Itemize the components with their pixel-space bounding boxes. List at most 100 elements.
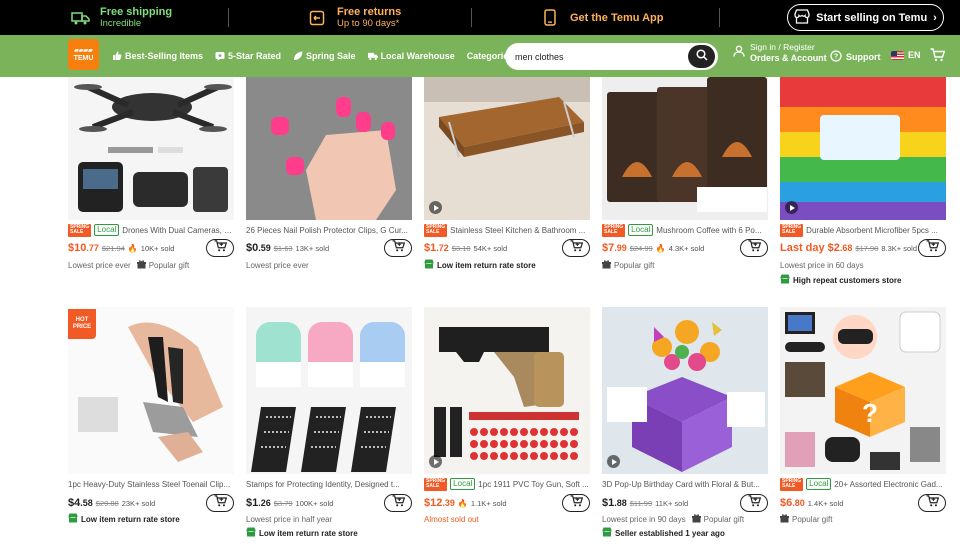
free-returns-banner[interactable]: Free returns Up to 90 days* [307,0,401,35]
product-image[interactable]: ? [780,307,946,474]
spring-sale-badge: SPRING SALE [68,223,92,237]
product-meta: Lowest price in 90 days Popular gift [602,512,768,526]
language-selector[interactable]: EN [891,50,921,60]
store-badge: Seller established 1 year ago [602,526,772,540]
original-price: $3.79 [273,498,293,508]
product-title[interactable]: Stamps for Protecting Identity, Designed… [246,480,400,489]
original-price: $24.99 [629,243,653,253]
logo-icon: ▰▰▰▰ [74,47,93,54]
product-title[interactable]: Stainless Steel Kitchen & Bathroom ... [450,226,585,235]
product-image[interactable] [424,307,590,474]
store-badge-label: High repeat customers store [793,275,902,285]
store-badge-label: Seller established 1 year ago [615,528,725,538]
product-title-row[interactable]: 26 Pieces Nail Polish Protector Clips, G… [246,223,412,237]
add-to-cart-button[interactable] [918,494,946,512]
svg-text:?: ? [862,398,878,428]
gift-icon [780,513,789,525]
last-day-label: Last day [780,242,825,254]
nav-five-star[interactable]: 5-Star Rated [215,51,281,61]
product-image[interactable] [602,307,768,474]
play-video-icon[interactable] [429,455,442,468]
spring-sale-badge: SPRING SALE [424,477,448,491]
price-cents: .26 [258,498,271,508]
product-title-row[interactable]: 1pc Heavy-Duty Stainless Steel Toenail C… [68,477,234,491]
svg-text:?: ? [834,54,838,61]
add-to-cart-button[interactable] [562,239,590,257]
cart-icon [392,239,405,257]
product-title-row[interactable]: SPRING SALE Durable Absorbent Microfiber 5… [780,223,946,237]
add-to-cart-button[interactable] [918,239,946,257]
product-price: $7.99 [602,242,627,254]
add-to-cart-button[interactable] [384,239,412,257]
product-title-row[interactable]: SPRING SALE Stainless Steel Kitchen & Bath… [424,223,590,237]
play-video-icon[interactable] [785,201,798,214]
get-app-banner[interactable]: Get the Temu App [540,0,664,35]
product-title[interactable]: 1pc Heavy-Duty Stainless Steel Toenail C… [68,480,230,489]
sign-in-label: Sign in / Register [750,42,815,52]
cart-icon [570,239,583,257]
product-title-row[interactable]: SPRING SALE Local Mushroom Coffee with 6 Po… [602,223,768,237]
free-shipping-banner[interactable]: Free shipping Incredible [70,0,172,35]
product-title[interactable]: Drones With Dual Cameras, 1080P HD... [122,226,234,235]
store-badge: Low item return rate store [246,526,416,540]
nav-best-selling[interactable]: Best-Selling Items [112,51,203,61]
nav-local-warehouse[interactable]: Local Warehouse [367,51,455,61]
product-title[interactable]: Durable Absorbent Microfiber 5pcs ... [806,226,938,235]
play-video-icon[interactable] [429,201,442,214]
phone-icon [540,8,560,28]
add-to-cart-button[interactable] [206,494,234,512]
original-price: $29.88 [95,498,119,508]
price-note: Lowest price in 60 days [780,260,864,270]
support-link[interactable]: ? Support [830,50,881,64]
spring-sale-badge: SPRING SALE [602,223,626,237]
product-title-row[interactable]: SPRING SALE Local 20+ Assorted Electronic G… [780,477,946,491]
product-title[interactable]: 3D Pop-Up Birthday Card with Floral & Bu… [602,480,760,489]
product-image[interactable] [780,77,946,220]
price-cents: .68 [839,243,853,253]
product-title-row[interactable]: SPRING SALE Local Drones With Dual Cameras,… [68,223,234,237]
gift-icon [602,259,611,271]
store-icon [780,274,790,286]
start-selling-button[interactable]: Start selling on Temu › [787,4,944,31]
add-to-cart-button[interactable] [740,239,768,257]
product-image[interactable]: HOT PRICE [68,307,234,474]
product-title[interactable]: 20+ Assorted Electronic Gad... [834,480,942,489]
product-title-row[interactable]: SPRING SALE Local 1pc 1911 PVC Toy Gun, Sof… [424,477,590,491]
add-to-cart-button[interactable] [740,494,768,512]
product-title[interactable]: Mushroom Coffee with 6 Po... [656,226,761,235]
price-row: $0.59 $1.63 13K+ sold [246,239,412,257]
product-price: $10.77 [68,242,99,254]
chevron-right-icon: › [933,11,937,24]
product-image[interactable] [246,77,412,220]
price-main: $4 [68,497,81,509]
product-meta: Lowest price ever Popular gift [68,258,234,272]
product-title[interactable]: 1pc 1911 PVC Toy Gun, Soft ... [478,480,588,489]
price-main: $6 [780,497,793,509]
product-meta: Lowest price in half year [246,512,412,526]
search-input[interactable]: men clothes [505,52,688,62]
product-title[interactable]: 26 Pieces Nail Polish Protector Clips, G… [246,226,408,235]
add-to-cart-button[interactable] [384,494,412,512]
temu-logo[interactable]: ▰▰▰▰ TEMU [68,39,99,70]
price-row: $1.26 $3.79 100K+ sold [246,494,412,512]
product-meta: Lowest price ever [246,258,412,272]
play-video-icon[interactable] [607,455,620,468]
store-badge: Low item return rate store [424,258,594,272]
product-image[interactable] [68,77,234,220]
product-title-row[interactable]: Stamps for Protecting Identity, Designed… [246,477,412,491]
account-menu[interactable]: Sign in / Register Orders & Account [733,42,827,64]
free-shipping-sub: Incredible [100,17,142,29]
product-title-row[interactable]: 3D Pop-Up Birthday Card with Floral & Bu… [602,477,768,491]
cart-button[interactable] [930,48,946,67]
product-image[interactable] [424,77,590,220]
popular-gift: Popular gift [602,259,654,271]
product-image[interactable] [602,77,768,220]
nav-spring-sale[interactable]: Spring Sale [293,51,356,61]
add-to-cart-button[interactable] [206,239,234,257]
cart-icon [926,494,939,512]
add-to-cart-button[interactable] [562,494,590,512]
search-button[interactable] [688,45,715,68]
product-image[interactable] [246,307,412,474]
original-price: $11.99 [629,498,653,508]
main-nav: ▰▰▰▰ TEMU Best-Selling Items 5-Star Rate… [0,35,960,77]
